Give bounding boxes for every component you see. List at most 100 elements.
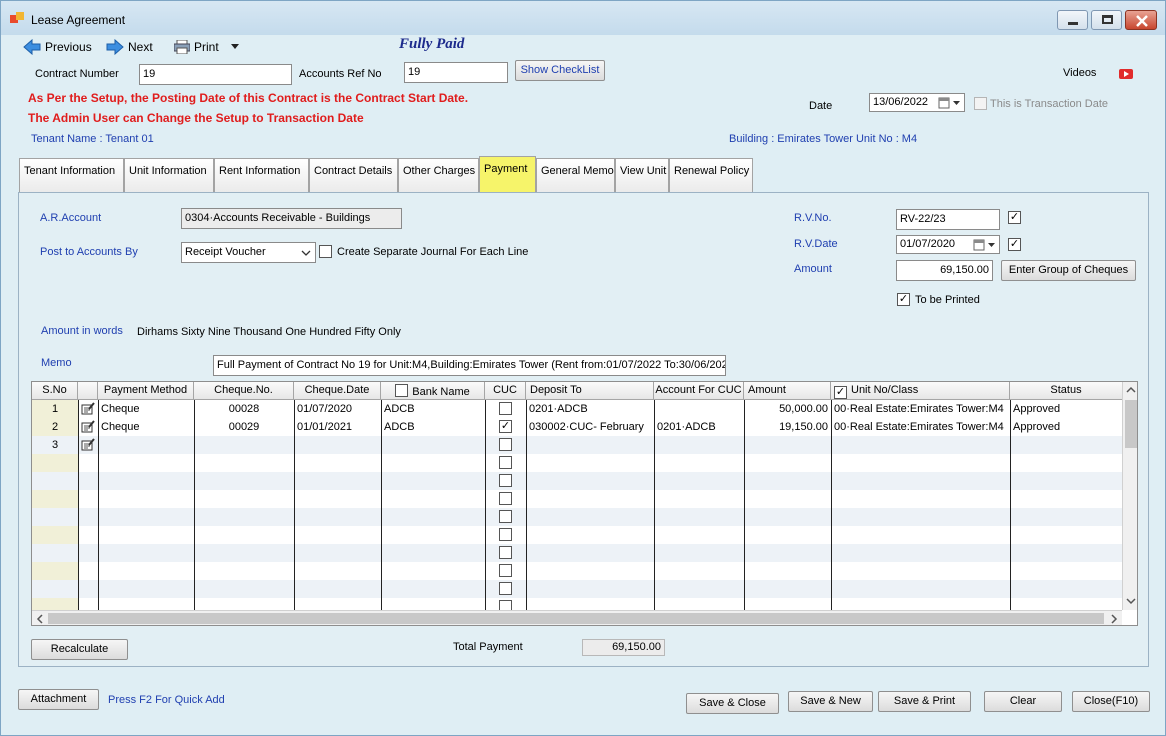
chevron-left-icon[interactable] [33, 611, 47, 626]
transaction-date-checkbox[interactable] [974, 97, 987, 110]
cuc-checkbox[interactable] [499, 474, 512, 487]
rv-no-field[interactable]: RV-22/23 [896, 209, 1000, 230]
video-play-icon[interactable] [1119, 69, 1133, 79]
close-button[interactable]: Close(F10) [1072, 691, 1150, 712]
col-cuc[interactable]: CUC [485, 382, 526, 400]
save-new-button[interactable]: Save & New [788, 691, 873, 712]
cuc-checkbox[interactable] [499, 564, 512, 577]
unit-header-checkbox[interactable]: ✓ [834, 386, 847, 399]
cell-status[interactable]: Approved [1010, 400, 1122, 418]
tab-view-unit[interactable]: View Unit [615, 158, 669, 193]
post-by-select[interactable]: Receipt Voucher [181, 242, 316, 263]
cell-amount[interactable]: 19,150.00 [744, 418, 831, 436]
cell-cheque-no[interactable]: 00028 [194, 400, 294, 418]
tab-tenant-information[interactable]: Tenant Information [19, 158, 124, 193]
amount-field[interactable]: 69,150.00 [896, 260, 993, 281]
cuc-checkbox[interactable] [499, 402, 512, 415]
accounts-ref-field[interactable]: 19 [404, 62, 508, 83]
col-payment-method[interactable]: Payment Method [98, 382, 194, 400]
cell-deposit[interactable]: 030002·CUC- February [526, 418, 654, 436]
tab-general-memo[interactable]: General Memo [536, 158, 615, 193]
cell-account-cuc[interactable]: 0201·ADCB [654, 418, 744, 436]
tab-rent-information[interactable]: Rent Information [214, 158, 309, 193]
cell-amount[interactable]: 50,000.00 [744, 400, 831, 418]
tab-contract-details[interactable]: Contract Details [309, 158, 398, 193]
next-button[interactable]: Next [106, 38, 153, 56]
horizontal-scrollbar[interactable] [32, 610, 1122, 626]
rv-date-checkbox[interactable]: ✓ [1008, 238, 1021, 251]
show-checklist-button[interactable]: Show CheckList [515, 60, 605, 81]
recalculate-button[interactable]: Recalculate [31, 639, 128, 660]
col-account-cuc[interactable]: Account For CUC [654, 382, 744, 400]
horizontal-scroll-thumb[interactable] [48, 613, 1104, 624]
cuc-checkbox[interactable] [499, 582, 512, 595]
cuc-checkbox[interactable] [499, 492, 512, 505]
memo-field[interactable]: Full Payment of Contract No 19 for Unit:… [213, 355, 726, 376]
cell-cheque-date[interactable]: 01/01/2021 [294, 418, 381, 436]
contract-number-field[interactable]: 19 [139, 64, 292, 85]
col-bank-name[interactable]: Bank Name [381, 382, 485, 400]
previous-button[interactable]: Previous [23, 38, 92, 56]
tab-payment[interactable]: Payment [479, 156, 536, 193]
tab-unit-information[interactable]: Unit Information [124, 158, 214, 193]
col-cheque-no[interactable]: Cheque.No. [194, 382, 294, 400]
date-field[interactable]: 13/06/2022 [869, 93, 965, 112]
maximize-button[interactable] [1091, 10, 1122, 30]
cell-method[interactable]: Cheque [98, 400, 194, 418]
col-deposit-to[interactable]: Deposit To [526, 382, 654, 400]
bank-name-header-checkbox[interactable] [395, 384, 409, 397]
rv-date-field[interactable]: 01/07/2020 [896, 235, 1000, 254]
arrow-right-icon [106, 39, 124, 55]
cuc-checkbox[interactable] [499, 438, 512, 451]
chevron-right-icon[interactable] [1107, 611, 1121, 626]
close-window-button[interactable] [1125, 10, 1157, 30]
chevron-up-icon[interactable] [1123, 383, 1138, 397]
enter-cheques-button[interactable]: Enter Group of Cheques [1001, 260, 1136, 281]
table-row[interactable]: 2 Cheque 00029 01/01/2021 ADCB 030002·CU… [32, 418, 1122, 436]
vertical-scroll-thumb[interactable] [1125, 400, 1137, 448]
cuc-checkbox[interactable]: ✓ [499, 420, 512, 433]
print-button[interactable]: Print [174, 38, 241, 56]
edit-row-icon[interactable] [81, 420, 95, 433]
table-row[interactable]: 3 [32, 436, 1122, 454]
cell-deposit[interactable]: 0201·ADCB [526, 400, 654, 418]
tab-other-charges[interactable]: Other Charges [398, 158, 479, 193]
chevron-down-icon[interactable] [1123, 594, 1138, 608]
cell-unit[interactable]: 00·Real Estate:Emirates Tower:M4 [831, 418, 1010, 436]
cell-account-cuc[interactable] [654, 400, 744, 418]
cell-bank[interactable]: ADCB [381, 418, 485, 436]
cuc-checkbox[interactable] [499, 456, 512, 469]
to-be-printed-checkbox[interactable]: ✓ [897, 293, 910, 306]
vertical-scrollbar[interactable] [1122, 382, 1138, 610]
col-status[interactable]: Status [1010, 382, 1122, 400]
cell-sno: 1 [51, 403, 59, 415]
cell-status[interactable]: Approved [1010, 418, 1122, 436]
ar-account-field[interactable]: 0304·Accounts Receivable - Buildings [181, 208, 402, 229]
calendar-dropdown-icon[interactable] [973, 239, 997, 251]
cell-unit[interactable]: 00·Real Estate:Emirates Tower:M4 [831, 400, 1010, 418]
save-close-button[interactable]: Save & Close [686, 693, 779, 714]
cuc-checkbox[interactable] [499, 546, 512, 559]
col-sno[interactable]: S.No [32, 382, 78, 400]
attachment-button[interactable]: Attachment [18, 689, 99, 710]
table-row[interactable]: 1 Cheque 00028 01/07/2020 ADCB 0201·ADCB… [32, 400, 1122, 418]
edit-row-icon[interactable] [81, 402, 95, 415]
col-cheque-date[interactable]: Cheque.Date [294, 382, 381, 400]
edit-row-icon[interactable] [81, 438, 95, 451]
calendar-dropdown-icon[interactable] [938, 97, 962, 109]
tab-renewal-policy[interactable]: Renewal Policy [669, 158, 753, 193]
col-amount[interactable]: Amount [744, 382, 831, 400]
col-unit-class[interactable]: ✓ Unit No/Class [831, 382, 1010, 400]
col-unit-class-label: Unit No/Class [851, 384, 919, 396]
cell-cheque-no[interactable]: 00029 [194, 418, 294, 436]
save-print-button[interactable]: Save & Print [878, 691, 971, 712]
separate-journal-checkbox[interactable] [319, 245, 332, 258]
cell-bank[interactable]: ADCB [381, 400, 485, 418]
minimize-button[interactable] [1057, 10, 1088, 30]
cell-method[interactable]: Cheque [98, 418, 194, 436]
cuc-checkbox[interactable] [499, 510, 512, 523]
rv-no-checkbox[interactable]: ✓ [1008, 211, 1021, 224]
cell-cheque-date[interactable]: 01/07/2020 [294, 400, 381, 418]
clear-button[interactable]: Clear [984, 691, 1062, 712]
cuc-checkbox[interactable] [499, 528, 512, 541]
